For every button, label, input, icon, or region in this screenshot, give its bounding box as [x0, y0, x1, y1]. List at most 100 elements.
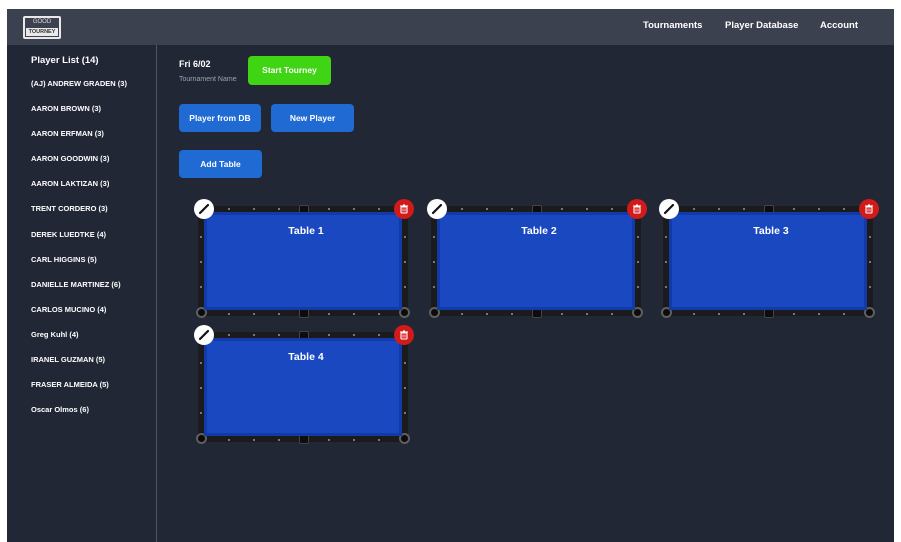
- player-list-item[interactable]: TRENT CORDERO (3): [31, 204, 127, 229]
- rail-diamond: [637, 261, 639, 263]
- rail-diamond: [253, 208, 255, 210]
- pencil-icon: [194, 203, 214, 223]
- rail-diamond: [278, 313, 280, 315]
- delete-table-button[interactable]: [394, 325, 414, 345]
- player-list-item[interactable]: Greg Kuhl (4): [31, 330, 127, 355]
- rail-diamond: [253, 439, 255, 441]
- tournament-name-field[interactable]: Tournament Name: [179, 76, 237, 83]
- edit-table-button[interactable]: [659, 199, 679, 219]
- table-felt: Table 1: [204, 212, 402, 310]
- rail-diamond: [200, 362, 202, 364]
- player-list-item[interactable]: (AJ) ANDREW GRADEN (3): [31, 79, 127, 104]
- rail-diamond: [818, 313, 820, 315]
- edit-table-button[interactable]: [427, 199, 447, 219]
- pencil-icon: [659, 203, 679, 223]
- rail-diamond: [586, 208, 588, 210]
- rail-diamond: [278, 334, 280, 336]
- rail-diamond: [404, 261, 406, 263]
- nav-player-database[interactable]: Player Database: [725, 9, 798, 45]
- delete-table-button[interactable]: [859, 199, 879, 219]
- pool-table[interactable]: Table 3: [659, 199, 879, 318]
- logo-text-bottom: TOURNEY: [26, 28, 58, 36]
- rail-diamond: [278, 208, 280, 210]
- app-logo[interactable]: GOOD TOURNEY: [23, 16, 61, 39]
- rail-diamond: [200, 236, 202, 238]
- player-list-title: Player List (14): [31, 55, 99, 66]
- add-table-button[interactable]: Add Table: [179, 150, 262, 178]
- rail-diamond: [743, 313, 745, 315]
- player-sidebar: Player List (14) (AJ) ANDREW GRADEN (3) …: [7, 45, 157, 542]
- rail-diamond: [637, 286, 639, 288]
- rail-diamond: [328, 334, 330, 336]
- player-list-item[interactable]: AARON GOODWIN (3): [31, 154, 127, 179]
- player-list-item[interactable]: Oscar Olmos (6): [31, 405, 127, 430]
- rail-diamond: [328, 439, 330, 441]
- table-felt: Table 2: [437, 212, 635, 310]
- rail-diamond: [718, 313, 720, 315]
- rail-diamond: [511, 313, 513, 315]
- table-label: Table 4: [288, 351, 324, 363]
- rail-diamond: [869, 286, 871, 288]
- delete-table-button[interactable]: [394, 199, 414, 219]
- player-list-item[interactable]: FRASER ALMEIDA (5): [31, 380, 127, 405]
- rail-diamond: [378, 334, 380, 336]
- rail-diamond: [200, 412, 202, 414]
- start-tourney-button[interactable]: Start Tourney: [248, 56, 331, 85]
- trash-icon: [394, 204, 414, 223]
- player-list-item[interactable]: AARON ERFMAN (3): [31, 129, 127, 154]
- player-list-item[interactable]: CARL HIGGINS (5): [31, 255, 127, 280]
- delete-table-button[interactable]: [627, 199, 647, 219]
- rail-diamond: [433, 286, 435, 288]
- player-list-item[interactable]: AARON LAKTIZAN (3): [31, 179, 127, 204]
- rail-diamond: [486, 208, 488, 210]
- rail-diamond: [228, 208, 230, 210]
- tourney-date: Fri 6/02: [179, 59, 211, 69]
- table-label: Table 2: [521, 225, 557, 237]
- player-list-item[interactable]: DANIELLE MARTINEZ (6): [31, 280, 127, 305]
- table-felt: Table 3: [669, 212, 867, 310]
- pencil-icon: [194, 329, 214, 349]
- table-felt: Table 4: [204, 338, 402, 436]
- rail-diamond: [665, 286, 667, 288]
- rail-diamond: [461, 313, 463, 315]
- player-from-db-button[interactable]: Player from DB: [179, 104, 261, 132]
- rail-diamond: [869, 261, 871, 263]
- player-list-item[interactable]: CARLOS MUCINO (4): [31, 305, 127, 330]
- rail-diamond: [378, 208, 380, 210]
- rail-diamond: [328, 208, 330, 210]
- rail-diamond: [404, 412, 406, 414]
- player-list-item[interactable]: AARON BROWN (3): [31, 104, 127, 129]
- rail-diamond: [461, 208, 463, 210]
- rail-diamond: [378, 313, 380, 315]
- app-window: GOOD TOURNEY Tournaments Player Database…: [7, 9, 894, 542]
- rail-diamond: [253, 334, 255, 336]
- rail-diamond: [793, 313, 795, 315]
- rail-diamond: [433, 261, 435, 263]
- nav-tournaments[interactable]: Tournaments: [643, 9, 702, 45]
- player-list-item[interactable]: DEREK LUEDTKE (4): [31, 230, 127, 255]
- rail-diamond: [665, 261, 667, 263]
- rail-diamond: [228, 439, 230, 441]
- edit-table-button[interactable]: [194, 199, 214, 219]
- rail-diamond: [200, 286, 202, 288]
- pool-table[interactable]: Table 1: [194, 199, 414, 318]
- rail-diamond: [693, 208, 695, 210]
- rail-diamond: [511, 208, 513, 210]
- edit-table-button[interactable]: [194, 325, 214, 345]
- trash-icon: [859, 204, 879, 223]
- rail-diamond: [200, 387, 202, 389]
- pool-table[interactable]: Table 2: [427, 199, 647, 318]
- new-player-button[interactable]: New Player: [271, 104, 354, 132]
- pool-table[interactable]: Table 4: [194, 325, 414, 444]
- table-label: Table 3: [753, 225, 789, 237]
- nav-account[interactable]: Account: [820, 9, 858, 45]
- trash-icon: [394, 330, 414, 349]
- rail-diamond: [253, 313, 255, 315]
- rail-diamond: [693, 313, 695, 315]
- rail-diamond: [433, 236, 435, 238]
- rail-diamond: [611, 313, 613, 315]
- player-list: (AJ) ANDREW GRADEN (3) AARON BROWN (3) A…: [31, 79, 127, 430]
- player-list-item[interactable]: IRANEL GUZMAN (5): [31, 355, 127, 380]
- rail-diamond: [404, 387, 406, 389]
- rail-diamond: [561, 313, 563, 315]
